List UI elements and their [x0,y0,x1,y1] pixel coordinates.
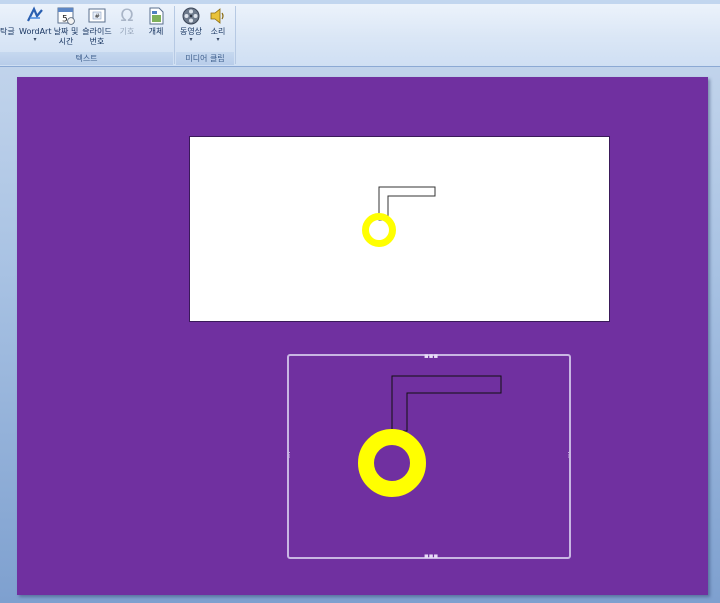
l-shape-outline [391,375,502,432]
textbox-button[interactable]: 탁글 [0,6,17,37]
sound-button[interactable]: 소리 ▾ [206,6,230,43]
omega-icon: Ω [120,6,134,26]
media-clip-frame[interactable]: ▪▪▪ ▪▪▪ ⋮ ⋮ [286,353,572,560]
date-time-label-line1: 날짜 및 [53,27,79,36]
ribbon: 탁글 WordArt ▾ 5 날짜 및 시간 # 슬라이드 번호 Ω 기호 개체… [0,0,720,67]
slide-canvas[interactable]: ▪▪▪ ▪▪▪ ⋮ ⋮ [17,77,708,595]
wordart-icon [25,6,45,26]
movie-button[interactable]: 동영상 ▾ [178,6,204,43]
resize-handle-top[interactable]: ▪▪▪ [424,353,438,360]
slide-number-label-line1: 슬라이드 [82,27,112,36]
object-icon [146,6,166,26]
ribbon-group-media: 동영상 ▾ 소리 ▾ 미디어 클립 [176,4,234,65]
ribbon-group-separator [174,6,175,64]
text-group-label: 텍스트 [0,52,173,65]
chevron-down-icon: ▾ [189,36,193,43]
svg-text:#: # [95,12,100,20]
speaker-icon [208,6,228,26]
object-label: 개체 [148,27,164,36]
resize-handle-bottom[interactable]: ▪▪▪ [424,553,438,560]
wordart-button[interactable]: WordArt ▾ [19,6,51,43]
media-drawing [358,375,502,497]
slide-number-icon: # [87,6,107,26]
svg-text:5: 5 [62,15,68,25]
resize-handle-right[interactable]: ⋮ [565,452,572,459]
date-time-label-line2: 시간 [58,37,74,46]
preview-box[interactable] [189,136,610,322]
slide-editing-area: ▪▪▪ ▪▪▪ ⋮ ⋮ [0,66,720,603]
ribbon-group-separator [235,6,236,64]
symbol-label: 기호 [119,27,135,36]
yellow-ring [358,429,426,497]
media-group-label: 미디어 클립 [176,52,234,65]
slide-number-button[interactable]: # 슬라이드 번호 [82,6,112,47]
film-reel-icon [181,6,201,26]
calendar-icon: 5 [56,6,76,26]
resize-handle-left[interactable]: ⋮ [286,452,293,459]
object-button[interactable]: 개체 [143,6,169,37]
textbox-icon [0,6,17,26]
textbox-label: 탁글 [0,27,15,36]
yellow-ring [362,213,396,247]
l-shape-outline [378,186,436,221]
ribbon-group-text: 탁글 WordArt ▾ 5 날짜 및 시간 # 슬라이드 번호 Ω 기호 개체… [0,4,173,65]
chevron-down-icon: ▾ [216,36,220,43]
chevron-down-icon: ▾ [33,36,37,43]
date-time-button[interactable]: 5 날짜 및 시간 [51,6,81,47]
preview-drawing [362,186,436,247]
symbol-button[interactable]: Ω 기호 [115,6,139,37]
slide-number-label-line2: 번호 [89,37,105,46]
